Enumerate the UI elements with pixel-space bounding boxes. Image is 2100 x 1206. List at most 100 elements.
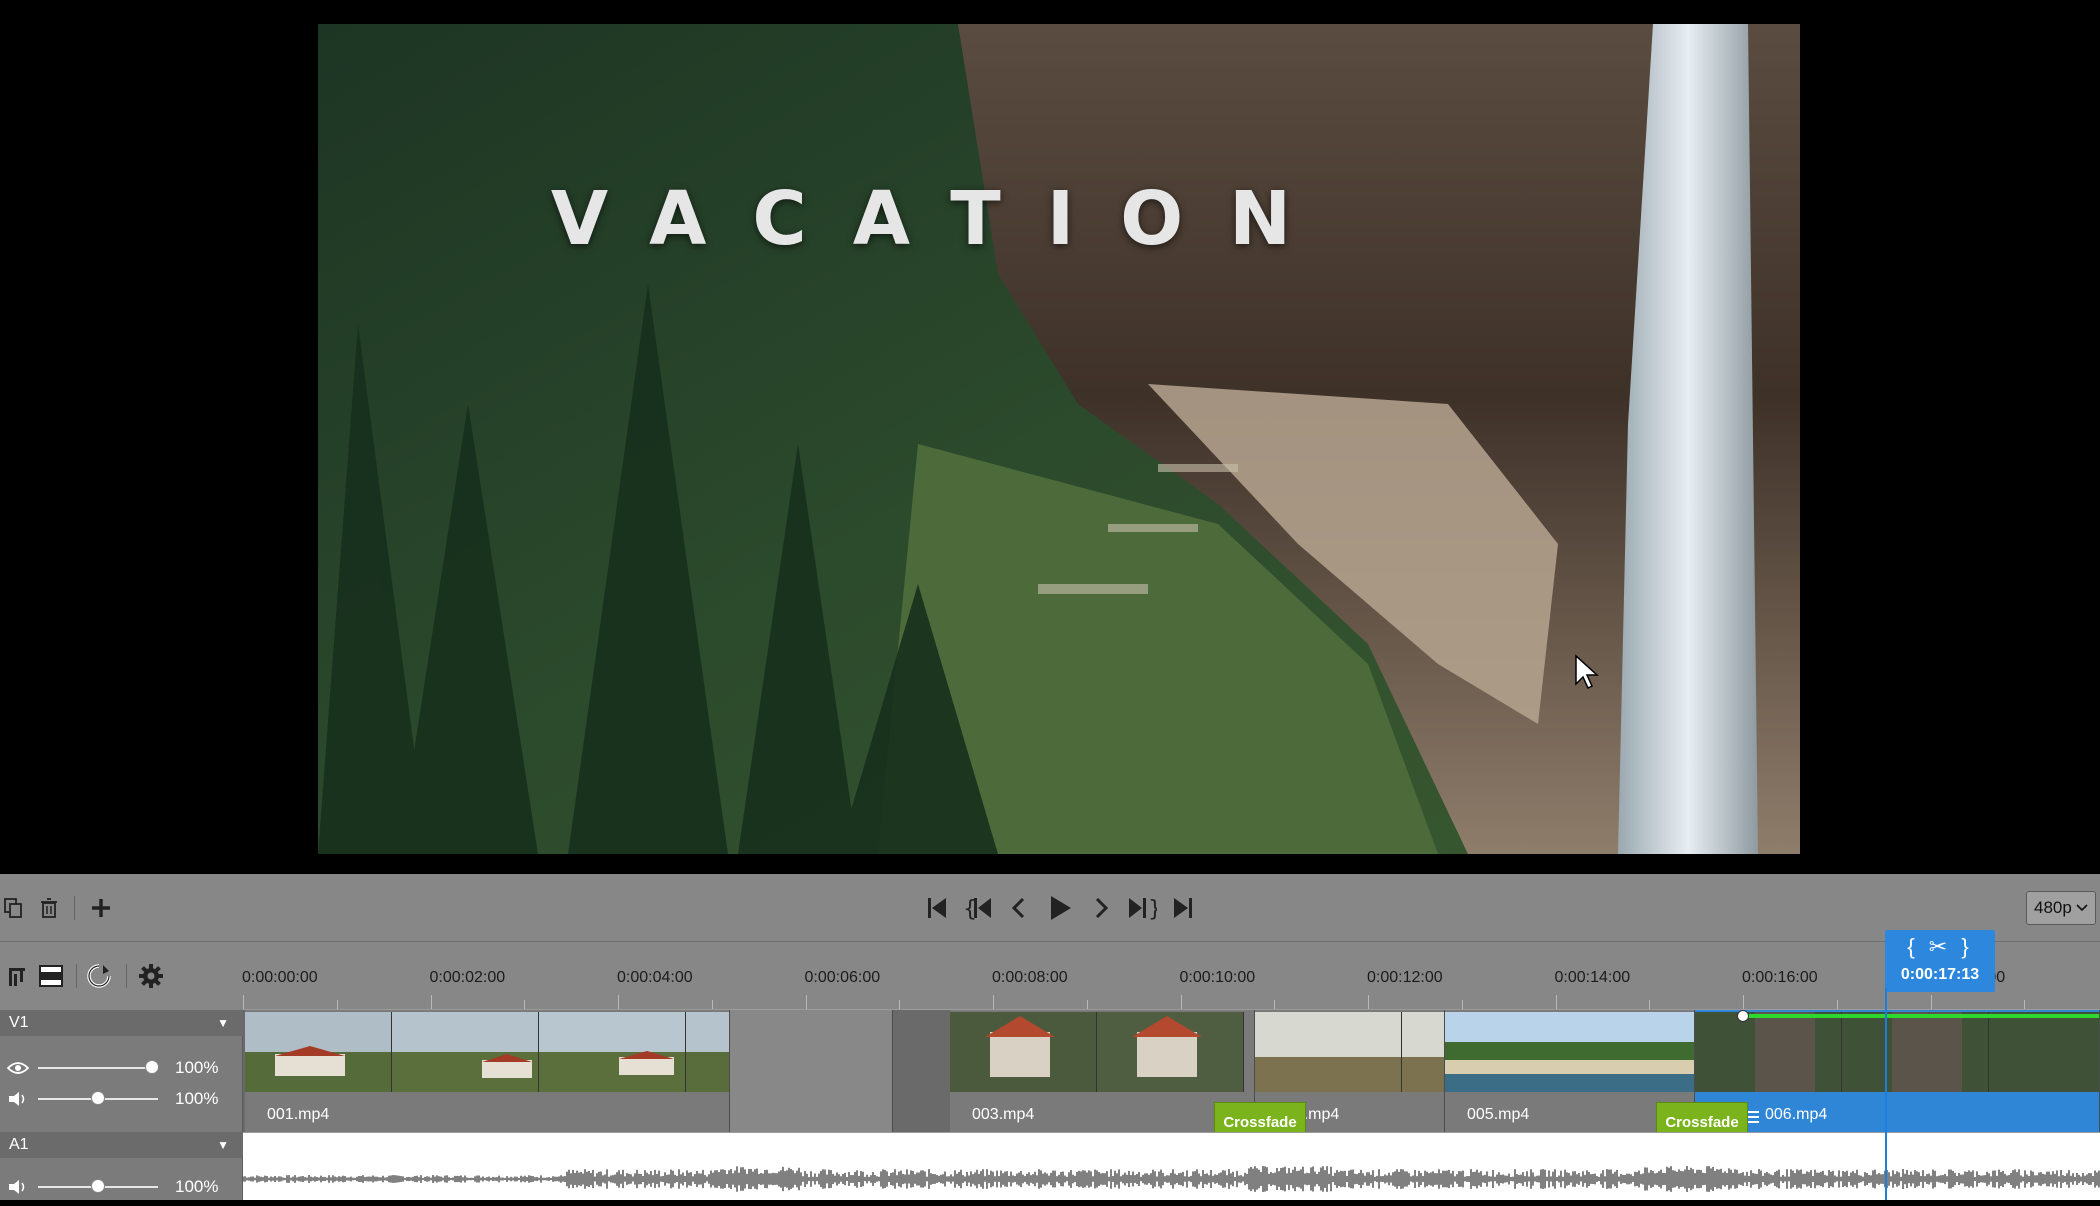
ruler-tick bbox=[243, 995, 244, 1009]
dropdown-arrow-icon[interactable]: ▼ bbox=[217, 1138, 229, 1152]
snap-magnet-icon[interactable] bbox=[84, 942, 114, 1010]
next-frame-icon[interactable] bbox=[1084, 888, 1117, 928]
video-preview[interactable]: VACATION bbox=[0, 0, 2100, 874]
ruler-tick bbox=[1461, 1000, 1463, 1009]
ruler-tick bbox=[1930, 995, 1932, 1009]
clip-thumbnails bbox=[1445, 1012, 1694, 1092]
track-header-a1: A1 ▼ 100% bbox=[0, 1132, 243, 1200]
opacity-slider-knob[interactable] bbox=[145, 1060, 159, 1074]
volume-value: 100% bbox=[175, 1177, 219, 1196]
playhead-time: 0:00:17:13 bbox=[1900, 966, 1980, 983]
opacity-slider[interactable] bbox=[38, 1060, 159, 1074]
ripple-icon[interactable] bbox=[36, 942, 66, 1010]
thumbnail bbox=[539, 1012, 686, 1092]
volume-control: 100% bbox=[0, 1172, 243, 1202]
ruler-tick bbox=[1555, 995, 1557, 1009]
thumbnail bbox=[686, 1012, 729, 1092]
ruler-tick bbox=[805, 995, 807, 1009]
clip-006[interactable]: 006.mp4 bbox=[1695, 1010, 2100, 1132]
volume-slider[interactable] bbox=[38, 1091, 158, 1105]
thumbnail bbox=[1842, 1012, 1989, 1092]
playhead-line[interactable] bbox=[1885, 988, 1887, 1200]
jump-to-end-icon[interactable] bbox=[1166, 888, 1199, 928]
play-icon[interactable] bbox=[1043, 888, 1076, 928]
tools-divider bbox=[126, 964, 127, 988]
split-track-icon[interactable] bbox=[2, 942, 32, 1010]
previous-frame-icon[interactable] bbox=[1002, 888, 1035, 928]
copy-icon[interactable] bbox=[0, 874, 26, 942]
track-label: A1 bbox=[9, 1136, 29, 1153]
transport-controls: { } bbox=[920, 874, 1199, 942]
clip-label: 003.mp4 bbox=[972, 1106, 1035, 1123]
clip-label: 005.mp4 bbox=[1467, 1106, 1530, 1123]
trash-icon[interactable] bbox=[34, 874, 64, 942]
ruler-label: 0:00:10:00 bbox=[1179, 969, 1256, 986]
previous-marker-icon[interactable]: { bbox=[961, 888, 994, 928]
svg-text:}: } bbox=[1148, 897, 1157, 920]
ruler-tick bbox=[1180, 995, 1182, 1009]
volume-value: 100% bbox=[175, 1089, 219, 1108]
jump-to-start-icon[interactable] bbox=[920, 888, 953, 928]
track-name-v1[interactable]: V1 ▼ bbox=[0, 1010, 243, 1036]
clip-label: 001.mp4 bbox=[267, 1106, 330, 1123]
timeline-gap[interactable] bbox=[730, 1010, 893, 1132]
dropdown-arrow-icon[interactable]: ▼ bbox=[217, 1016, 229, 1030]
audio-waveform bbox=[242, 1166, 2100, 1192]
resolution-select[interactable]: 480p bbox=[2026, 891, 2096, 925]
playhead-handle[interactable]: { ✂ } 0:00:17:13 bbox=[1885, 930, 1995, 992]
timeline-ruler[interactable]: 0:00:00:00 0:00:02:00 0:00:04:00 0:00:06:00… bbox=[242, 942, 2100, 1010]
toolbar-divider bbox=[74, 896, 75, 920]
preview-image bbox=[318, 24, 1800, 854]
clip-thumbnails bbox=[1695, 1012, 2099, 1092]
selection-range-line bbox=[1743, 1014, 2099, 1018]
volume-slider[interactable] bbox=[38, 1179, 158, 1193]
ruler-label: 0:00:16:00 bbox=[1742, 969, 1818, 986]
resolution-value: 480p bbox=[2034, 898, 2072, 917]
ruler-tick bbox=[1743, 995, 1744, 1009]
tools-divider bbox=[76, 964, 77, 988]
thumbnail bbox=[1255, 1012, 1402, 1092]
video-track-lane[interactable]: 001.mp4 003.mp4 004.mp4 005.mp4 006.mp4 … bbox=[243, 1010, 2100, 1142]
timeline: 0:00:00:00 0:00:02:00 0:00:04:00 0:00:06:00… bbox=[0, 942, 2100, 1200]
thumbnail bbox=[1445, 1012, 1694, 1092]
add-icon[interactable] bbox=[86, 874, 116, 942]
mouse-cursor-icon bbox=[1575, 654, 1599, 690]
track-header-v1: V1 ▼ 100% 100% bbox=[0, 1010, 243, 1132]
thumbnail bbox=[1097, 1012, 1244, 1092]
volume-control: 100% bbox=[0, 1084, 243, 1114]
track-label: V1 bbox=[9, 1014, 29, 1031]
clip-thumbnails bbox=[1255, 1012, 1444, 1092]
ruler-tick bbox=[899, 1000, 901, 1009]
scissors-icon[interactable]: { ✂ } bbox=[1885, 934, 1995, 960]
ruler-label: 0:00:08:00 bbox=[992, 969, 1068, 986]
ruler-tick bbox=[618, 995, 619, 1009]
gear-icon[interactable] bbox=[136, 942, 166, 1010]
thumbnail bbox=[1402, 1012, 1444, 1092]
thumbnail bbox=[245, 1012, 392, 1092]
ruler-tick bbox=[711, 1000, 713, 1009]
eye-icon[interactable] bbox=[0, 1061, 36, 1075]
speaker-icon[interactable] bbox=[0, 1091, 36, 1107]
volume-slider-knob[interactable] bbox=[91, 1179, 105, 1193]
audio-track-lane[interactable] bbox=[242, 1132, 2100, 1200]
thumbnail bbox=[392, 1012, 539, 1092]
volume-slider-knob[interactable] bbox=[91, 1091, 105, 1105]
ruler-tick bbox=[2024, 1000, 2026, 1009]
ruler-tick bbox=[336, 1000, 338, 1009]
thumbnail bbox=[950, 1012, 1097, 1092]
timeline-tools bbox=[0, 942, 243, 1010]
clip-003[interactable]: 003.mp4 bbox=[950, 1010, 1255, 1132]
track-name-a1[interactable]: A1 ▼ bbox=[0, 1132, 243, 1158]
ruler-label: 0:00:12:00 bbox=[1367, 969, 1443, 986]
ruler-label: 0:00:00:00 bbox=[242, 969, 318, 986]
ruler-tick bbox=[524, 1000, 526, 1009]
opacity-control: 100% bbox=[0, 1053, 243, 1083]
next-marker-icon[interactable]: } bbox=[1125, 888, 1158, 928]
clip-thumbnails bbox=[245, 1012, 729, 1092]
keyframe-handle[interactable] bbox=[1737, 1010, 1749, 1022]
toolbar: { } 480p bbox=[0, 874, 2100, 942]
ruler-tick bbox=[430, 995, 432, 1009]
speaker-icon[interactable] bbox=[0, 1179, 36, 1195]
clip-001[interactable]: 001.mp4 bbox=[245, 1010, 730, 1132]
video-frame: VACATION bbox=[318, 24, 1800, 854]
